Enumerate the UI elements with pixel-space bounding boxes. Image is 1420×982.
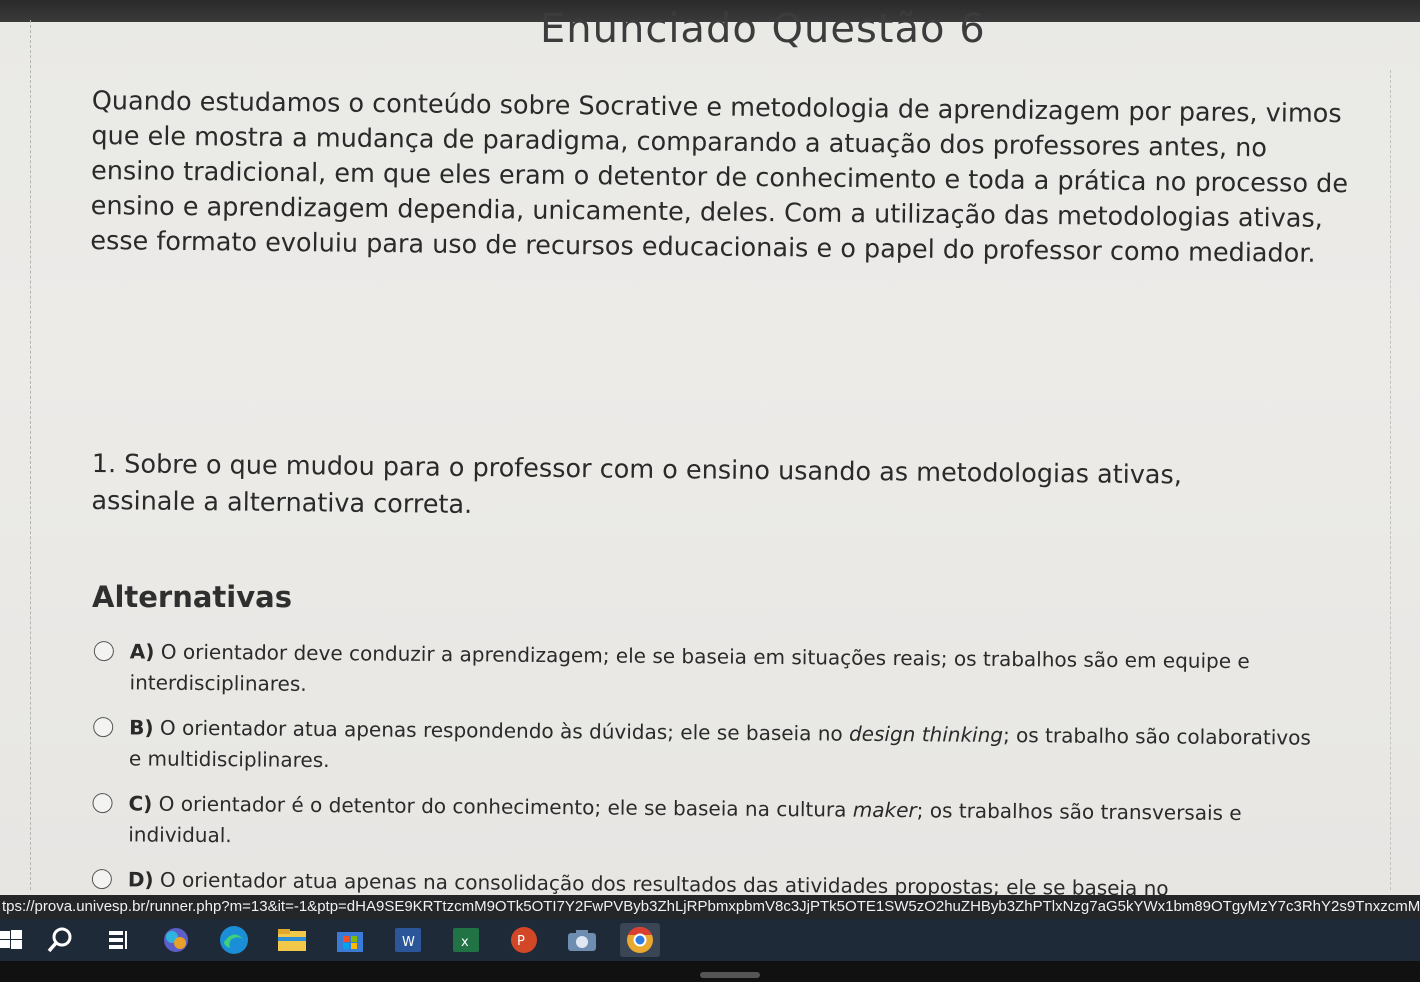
search-icon[interactable]: [40, 923, 80, 957]
question-prompt: 1. Sobre o que mudou para o professor co…: [91, 448, 1183, 520]
taskbar: W x P: [0, 919, 1420, 961]
word-icon[interactable]: W: [388, 923, 428, 957]
svg-text:P: P: [517, 934, 525, 949]
page-title: Enunciado Questão 6: [540, 6, 986, 52]
alternative-c[interactable]: C) O orientador é o detentor do conhecim…: [90, 788, 1310, 861]
store-icon[interactable]: [330, 923, 370, 957]
alternative-text: O orientador atua apenas respondendo às …: [159, 715, 850, 746]
task-view-icon[interactable]: [98, 923, 138, 957]
edge-icon[interactable]: [214, 923, 254, 957]
alternative-letter: A): [129, 639, 155, 664]
file-explorer-icon[interactable]: [272, 923, 312, 957]
alternative-letter: C): [128, 791, 153, 816]
left-dashed-border: [30, 20, 32, 890]
camera-icon[interactable]: [562, 923, 602, 957]
chrome-icon[interactable]: [620, 923, 660, 957]
status-url-bar: tps://prova.univesp.br/runner.php?m=13&i…: [0, 895, 1420, 919]
right-dashed-border: [1390, 70, 1392, 890]
radio-button-a[interactable]: [93, 641, 114, 662]
alternatives-list: A) O orientador deve conduzir a aprendiz…: [90, 636, 1312, 895]
alternative-text: O orientador deve conduzir a aprendizage…: [129, 639, 1250, 696]
alternative-b[interactable]: B) O orientador atua apenas respondendo …: [91, 712, 1311, 785]
alternative-letter: D): [127, 867, 154, 892]
teams-icon[interactable]: [156, 923, 196, 957]
radio-button-d[interactable]: [91, 869, 112, 890]
alternative-text: O orientador é o detentor do conheciment…: [158, 791, 853, 822]
browser-viewport: Enunciado Questão 6 Quando estudamos o c…: [0, 0, 1420, 895]
question-statement: Quando estudamos o conteúdo sobre Socrat…: [90, 85, 1349, 269]
alternative-d[interactable]: D) O orientador atua apenas na consolida…: [90, 864, 1310, 895]
bezel-indicator: [700, 972, 760, 978]
alternative-text-italic: maker: [852, 797, 917, 823]
excel-icon[interactable]: x: [446, 923, 486, 957]
alternatives-heading: Alternativas: [92, 580, 292, 614]
radio-button-b[interactable]: [93, 717, 114, 738]
radio-button-c[interactable]: [92, 793, 113, 814]
alternative-letter: B): [129, 715, 154, 740]
alternative-a[interactable]: A) O orientador deve conduzir a aprendiz…: [91, 636, 1311, 709]
windows-start-icon[interactable]: [0, 923, 22, 957]
svg-text:W: W: [402, 935, 415, 950]
powerpoint-icon[interactable]: P: [504, 923, 544, 957]
alternative-text: O orientador atua apenas na consolidação…: [159, 867, 1169, 895]
svg-text:x: x: [461, 935, 469, 950]
alternative-text-italic: design thinking: [848, 721, 1004, 747]
